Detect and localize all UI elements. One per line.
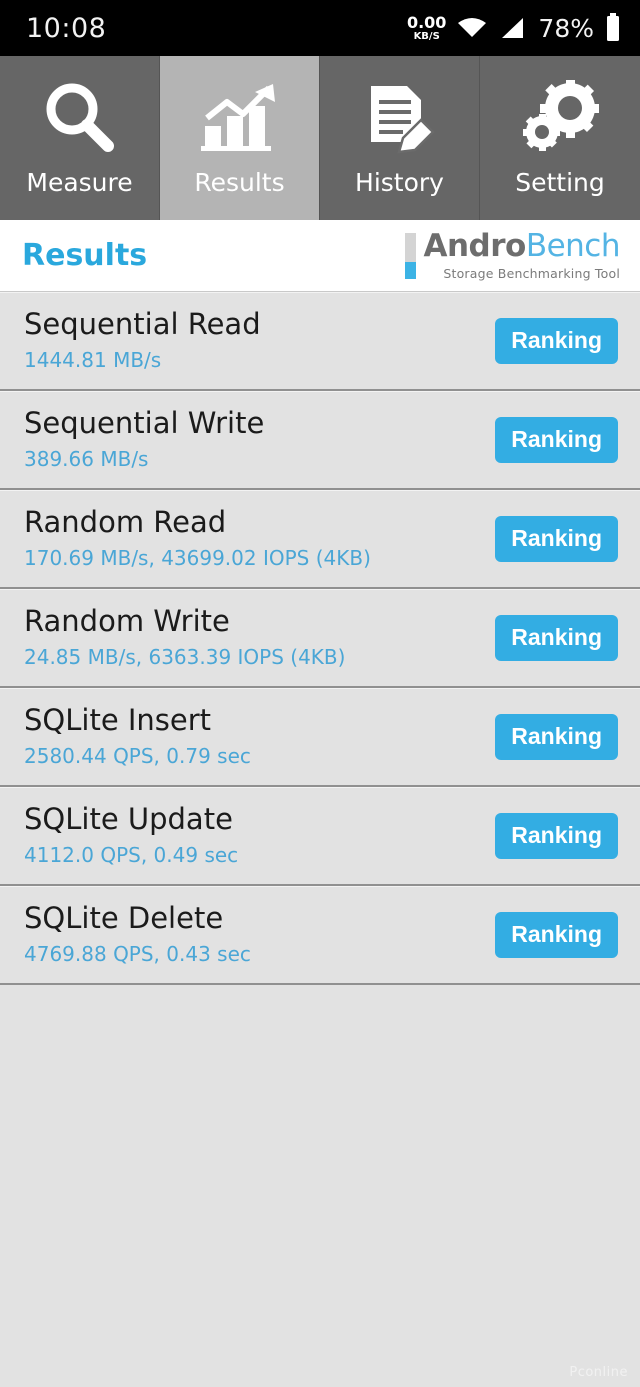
tab-results[interactable]: Results xyxy=(160,56,320,220)
row-texts: Sequential Read 1444.81 MB/s xyxy=(24,306,261,373)
network-speed-indicator: 0.00 KB/S xyxy=(406,12,447,42)
row-texts: SQLite Delete 4769.88 QPS, 0.43 sec xyxy=(24,900,251,967)
result-title: Random Write xyxy=(24,603,230,638)
wifi-icon xyxy=(456,15,488,41)
result-title: Random Read xyxy=(24,504,227,539)
app-screen: 10:08 0.00 KB/S 78% Measure Results Hist… xyxy=(0,0,640,1387)
network-speed-unit: KB/S xyxy=(413,30,440,42)
logo-subtitle: Storage Benchmarking Tool xyxy=(443,265,620,281)
row-texts: Random Read 170.69 MB/s, 43699.02 IOPS (… xyxy=(24,504,371,571)
main-tab-bar: Measure Results History Setting xyxy=(0,56,640,220)
result-value: 24.85 MB/s, 6363.39 IOPS (4KB) xyxy=(24,645,346,670)
row-texts: SQLite Update 4112.0 QPS, 0.49 sec xyxy=(24,801,239,868)
table-row[interactable]: Sequential Write 389.66 MB/s Ranking xyxy=(0,391,640,490)
logo-bench: Bench xyxy=(525,227,621,264)
ranking-button[interactable]: Ranking xyxy=(495,911,618,958)
result-value: 4112.0 QPS, 0.49 sec xyxy=(24,843,239,868)
cellular-signal-icon xyxy=(498,15,526,41)
tab-setting-label: Setting xyxy=(515,167,605,197)
logo-wordmark: AndroBench xyxy=(423,227,621,264)
result-value: 389.66 MB/s xyxy=(24,447,149,472)
tab-measure-label: Measure xyxy=(26,167,133,197)
status-clock: 10:08 xyxy=(26,12,107,44)
result-title: SQLite Insert xyxy=(24,702,212,737)
table-row[interactable]: SQLite Insert 2580.44 QPS, 0.79 sec Rank… xyxy=(0,688,640,787)
result-value: 1444.81 MB/s xyxy=(24,348,162,373)
logo-bar-icon xyxy=(405,232,417,279)
row-texts: SQLite Insert 2580.44 QPS, 0.79 sec xyxy=(24,702,251,769)
table-row[interactable]: Sequential Read 1444.81 MB/s Ranking xyxy=(0,292,640,391)
result-value: 2580.44 QPS, 0.79 sec xyxy=(24,744,251,769)
ranking-button[interactable]: Ranking xyxy=(495,317,618,364)
results-list: Sequential Read 1444.81 MB/s Ranking Seq… xyxy=(0,292,640,985)
ranking-button[interactable]: Ranking xyxy=(495,614,618,661)
page-header: Results AndroBench Storage Benchmarking … xyxy=(0,220,640,292)
tab-setting[interactable]: Setting xyxy=(480,56,640,220)
bar-chart-arrow-icon xyxy=(197,80,283,154)
result-value: 170.69 MB/s, 43699.02 IOPS (4KB) xyxy=(24,546,371,571)
table-row[interactable]: SQLite Delete 4769.88 QPS, 0.43 sec Rank… xyxy=(0,886,640,985)
ranking-button[interactable]: Ranking xyxy=(495,416,618,463)
status-bar: 10:08 0.00 KB/S 78% xyxy=(0,0,640,56)
ranking-button[interactable]: Ranking xyxy=(495,812,618,859)
result-title: SQLite Update xyxy=(24,801,233,836)
tab-history-label: History xyxy=(355,167,444,197)
logo-andro: Andro xyxy=(423,227,526,264)
battery-icon xyxy=(604,13,622,43)
tab-results-label: Results xyxy=(194,167,285,197)
battery-percent-label: 78% xyxy=(538,13,594,43)
gears-icon xyxy=(512,79,608,154)
table-row[interactable]: Random Write 24.85 MB/s, 6363.39 IOPS (4… xyxy=(0,589,640,688)
result-value: 4769.88 QPS, 0.43 sec xyxy=(24,942,251,967)
tab-history[interactable]: History xyxy=(320,56,480,220)
result-title: SQLite Delete xyxy=(24,900,224,935)
watermark: Pconline xyxy=(569,1365,628,1381)
result-title: Sequential Write xyxy=(24,405,265,440)
page-title: Results xyxy=(22,238,148,273)
ranking-button[interactable]: Ranking xyxy=(495,515,618,562)
logo-text: AndroBench Storage Benchmarking Tool xyxy=(423,227,621,281)
androbench-logo: AndroBench Storage Benchmarking Tool xyxy=(405,227,621,281)
row-texts: Random Write 24.85 MB/s, 6363.39 IOPS (4… xyxy=(24,603,346,670)
ranking-button[interactable]: Ranking xyxy=(495,713,618,760)
document-pencil-icon xyxy=(359,80,441,154)
table-row[interactable]: SQLite Update 4112.0 QPS, 0.49 sec Ranki… xyxy=(0,787,640,886)
status-icons: 0.00 KB/S 78% xyxy=(407,13,622,43)
row-texts: Sequential Write 389.66 MB/s xyxy=(24,405,265,472)
network-speed-value: 0.00 xyxy=(406,12,447,32)
result-title: Sequential Read xyxy=(24,306,261,341)
tab-measure[interactable]: Measure xyxy=(0,56,160,220)
table-row[interactable]: Random Read 170.69 MB/s, 43699.02 IOPS (… xyxy=(0,490,640,589)
magnifier-icon xyxy=(35,80,125,154)
